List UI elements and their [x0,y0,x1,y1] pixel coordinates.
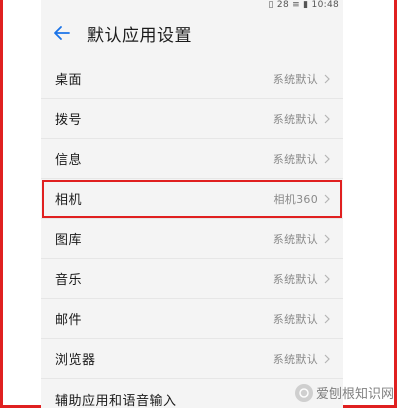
row-label: 音乐 [55,273,83,288]
row-label: 邮件 [55,313,83,328]
page-title: 默认应用设置 [87,25,192,46]
row-gallery[interactable]: 图库 系统默认 [41,219,343,259]
chevron-right-icon [322,194,332,204]
row-messages[interactable]: 信息 系统默认 [41,139,343,179]
row-dialer[interactable]: 拨号 系统默认 [41,99,343,139]
row-label: 拨号 [55,113,83,128]
chevron-right-icon [322,314,332,324]
row-value: 系统默认 [272,112,318,126]
title-bar: 默认应用设置 [41,12,343,54]
default-apps-list: 桌面 系统默认 拨号 系统默认 信息 系统默认 相机 相机360 图库 系统默认… [41,59,343,408]
row-label: 相机 [55,193,83,208]
status-text: ▯ 28 ≡ ▮ 10:48 [268,0,339,10]
row-label: 浏览器 [55,353,96,368]
row-browser[interactable]: 浏览器 系统默认 [41,339,343,379]
chevron-right-icon [322,354,332,364]
chevron-right-icon [322,114,332,124]
watermark-text: 爱刨根知识网 [315,387,394,402]
row-label: 桌面 [55,73,83,88]
row-label: 信息 [55,153,83,168]
row-camera[interactable]: 相机 相机360 [41,179,343,219]
row-value: 系统默认 [272,312,318,326]
row-value: 系统默认 [272,152,318,166]
row-label: 图库 [55,233,83,248]
row-value: 系统默认 [272,72,318,86]
frame-left [0,0,3,408]
row-label: 辅助应用和语音输入 [55,393,177,408]
frame-right [394,0,397,408]
watermark-logo-icon [294,383,313,402]
back-arrow-icon[interactable] [51,22,73,44]
row-value: 系统默认 [272,272,318,286]
chevron-right-icon [322,154,332,164]
status-bar: ▯ 28 ≡ ▮ 10:48 [41,0,343,12]
row-value: 系统默认 [272,232,318,246]
chevron-right-icon [322,274,332,284]
row-value: 相机360 [273,192,318,206]
watermark: 爱刨根知识网 [294,383,394,402]
row-desktop[interactable]: 桌面 系统默认 [41,59,343,99]
chevron-right-icon [322,74,332,84]
phone-screen: ▯ 28 ≡ ▮ 10:48 默认应用设置 桌面 系统默认 拨号 系统默认 信息 [41,0,343,408]
chevron-right-icon [322,234,332,244]
row-email[interactable]: 邮件 系统默认 [41,299,343,339]
row-music[interactable]: 音乐 系统默认 [41,259,343,299]
row-value: 系统默认 [272,352,318,366]
